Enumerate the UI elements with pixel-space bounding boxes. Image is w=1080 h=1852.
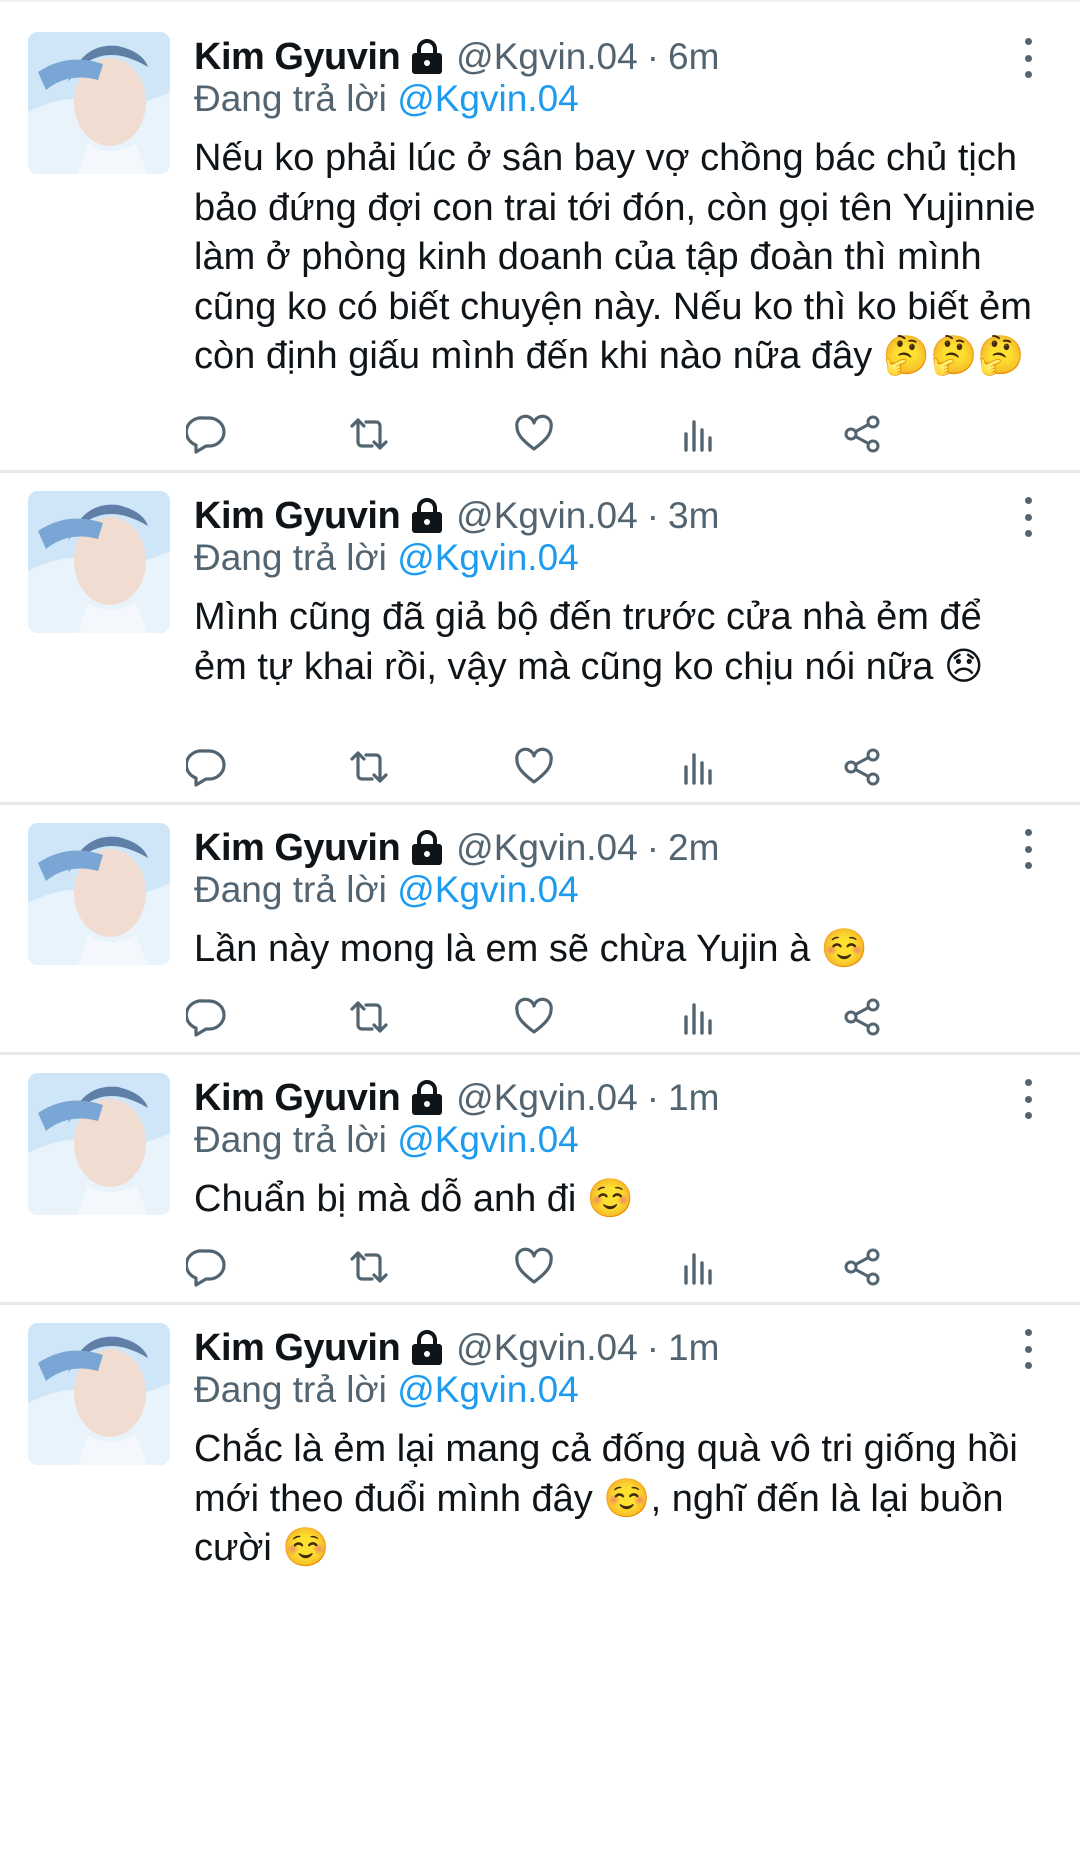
replying-prefix: Đang trả lời (194, 869, 387, 910)
replying-prefix: Đang trả lời (194, 78, 387, 119)
timestamp[interactable]: 6m (668, 36, 719, 78)
replying-to-line: Đang trả lời @Kgvin.04 (194, 1369, 579, 1411)
replying-prefix: Đang trả lời (194, 1119, 387, 1160)
timestamp[interactable]: 1m (668, 1077, 719, 1119)
heart-icon[interactable] (510, 743, 558, 791)
action-bar (186, 410, 1030, 458)
reply-icon[interactable] (182, 1243, 230, 1291)
tweet[interactable]: Kim Gyuvin @Kgvin.04 · 1m Đang trả lời @… (0, 1305, 1080, 1852)
lock-icon (410, 830, 444, 866)
retweet-icon[interactable] (345, 743, 393, 791)
views-icon[interactable] (674, 993, 722, 1041)
handle[interactable]: @Kgvin.04 (456, 827, 638, 869)
lock-icon (410, 1080, 444, 1116)
tweet[interactable]: Kim Gyuvin @Kgvin.04 · 6m Đang trả lời @… (0, 0, 1080, 473)
lock-icon (410, 1330, 444, 1366)
more-vertical-icon[interactable] (1018, 1329, 1038, 1369)
heart-icon[interactable] (510, 1243, 558, 1291)
tweet-text: Lần này mong là em sẽ chừa Yujin à ☺️ (194, 928, 869, 970)
avatar[interactable] (28, 1323, 170, 1465)
tweet[interactable]: Kim Gyuvin @Kgvin.04 · 2m Đang trả lời @… (0, 805, 1080, 1055)
share-icon[interactable] (838, 1243, 886, 1291)
tweet-text: Chuẩn bị mà dỗ anh đi ☺️ (194, 1178, 635, 1220)
action-bar (186, 993, 1030, 1041)
more-vertical-icon[interactable] (1018, 829, 1038, 869)
tweet-header: Kim Gyuvin @Kgvin.04 · 6m (194, 34, 1020, 80)
replying-to-line: Đang trả lời @Kgvin.04 (194, 869, 579, 911)
more-vertical-icon[interactable] (1018, 1079, 1038, 1119)
more-vertical-icon[interactable] (1018, 38, 1038, 78)
mention-link[interactable]: @Kgvin.04 (397, 537, 579, 578)
separator-dot: · (646, 827, 660, 868)
retweet-icon[interactable] (345, 993, 393, 1041)
action-bar (186, 743, 1030, 791)
separator-dot: · (646, 1327, 660, 1368)
tweet-header: Kim Gyuvin @Kgvin.04 · 2m (194, 825, 1020, 871)
display-name[interactable]: Kim Gyuvin (194, 1327, 401, 1370)
tweet-text: Chắc là ẻm lại mang cả đống quà vô tri g… (194, 1428, 1018, 1569)
share-icon[interactable] (838, 993, 886, 1041)
replying-to-line: Đang trả lời @Kgvin.04 (194, 537, 579, 579)
mention-link[interactable]: @Kgvin.04 (397, 869, 579, 910)
retweet-icon[interactable] (345, 1243, 393, 1291)
tweet[interactable]: Kim Gyuvin @Kgvin.04 · 3m Đang trả lời @… (0, 473, 1080, 805)
reply-icon[interactable] (182, 743, 230, 791)
views-icon[interactable] (674, 410, 722, 458)
reply-icon[interactable] (182, 993, 230, 1041)
replying-to-line: Đang trả lời @Kgvin.04 (194, 1119, 579, 1161)
separator-dot: · (646, 495, 660, 536)
handle[interactable]: @Kgvin.04 (456, 1077, 638, 1119)
avatar[interactable] (28, 1073, 170, 1215)
lock-icon (410, 39, 444, 75)
share-icon[interactable] (838, 410, 886, 458)
timestamp[interactable]: 3m (668, 495, 719, 537)
views-icon[interactable] (674, 1243, 722, 1291)
reply-icon[interactable] (182, 410, 230, 458)
handle[interactable]: @Kgvin.04 (456, 36, 638, 78)
handle[interactable]: @Kgvin.04 (456, 1327, 638, 1369)
tweet-text: Nếu ko phải lúc ở sân bay vợ chồng bác c… (194, 137, 1036, 377)
reply-thread-feed: Kim Gyuvin @Kgvin.04 · 6m Đang trả lời @… (0, 0, 1080, 1852)
tweet-header: Kim Gyuvin @Kgvin.04 · 3m (194, 493, 1020, 539)
heart-icon[interactable] (510, 410, 558, 458)
mention-link[interactable]: @Kgvin.04 (397, 78, 579, 119)
views-icon[interactable] (674, 743, 722, 791)
heart-icon[interactable] (510, 993, 558, 1041)
avatar[interactable] (28, 491, 170, 633)
action-bar (186, 1243, 1030, 1291)
avatar[interactable] (28, 823, 170, 965)
avatar[interactable] (28, 32, 170, 174)
more-vertical-icon[interactable] (1018, 497, 1038, 537)
replying-prefix: Đang trả lời (194, 1369, 387, 1410)
timestamp[interactable]: 2m (668, 827, 719, 869)
tweet-header: Kim Gyuvin @Kgvin.04 · 1m (194, 1075, 1020, 1121)
tweet-text: Mình cũng đã giả bộ đến trước cửa nhà ẻm… (194, 596, 984, 688)
separator-dot: · (646, 36, 660, 77)
lock-icon (410, 498, 444, 534)
share-icon[interactable] (838, 743, 886, 791)
display-name[interactable]: Kim Gyuvin (194, 36, 401, 79)
replying-prefix: Đang trả lời (194, 537, 387, 578)
replying-to-line: Đang trả lời @Kgvin.04 (194, 78, 579, 120)
display-name[interactable]: Kim Gyuvin (194, 827, 401, 870)
display-name[interactable]: Kim Gyuvin (194, 1077, 401, 1120)
tweet[interactable]: Kim Gyuvin @Kgvin.04 · 1m Đang trả lời @… (0, 1055, 1080, 1305)
display-name[interactable]: Kim Gyuvin (194, 495, 401, 538)
retweet-icon[interactable] (345, 410, 393, 458)
mention-link[interactable]: @Kgvin.04 (397, 1369, 579, 1410)
separator-dot: · (646, 1077, 660, 1118)
handle[interactable]: @Kgvin.04 (456, 495, 638, 537)
timestamp[interactable]: 1m (668, 1327, 719, 1369)
tweet-header: Kim Gyuvin @Kgvin.04 · 1m (194, 1325, 1020, 1371)
mention-link[interactable]: @Kgvin.04 (397, 1119, 579, 1160)
